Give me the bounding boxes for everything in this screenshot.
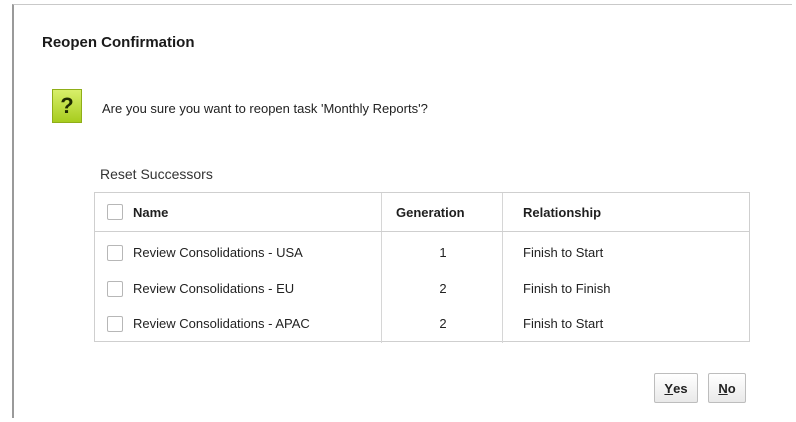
reopen-confirmation-dialog: Reopen Confirmation ? Are you sure you w…: [12, 4, 792, 418]
question-icon: ?: [52, 89, 82, 123]
no-button[interactable]: No: [708, 373, 746, 403]
yes-button[interactable]: Yes: [654, 373, 698, 403]
successor-name: Review Consolidations - EU: [133, 281, 295, 296]
column-header-name[interactable]: Name: [133, 205, 168, 220]
select-all-checkbox[interactable]: [107, 204, 123, 220]
row-checkbox[interactable]: [107, 281, 123, 297]
row-checkbox[interactable]: [107, 245, 123, 261]
no-label-rest: o: [727, 380, 736, 396]
relationship-value: Finish to Finish: [523, 281, 611, 296]
generation-value: 1: [439, 245, 447, 260]
relationship-value: Finish to Start: [523, 245, 604, 260]
yes-mnemonic: Y: [664, 380, 674, 396]
row-checkbox[interactable]: [107, 316, 123, 332]
relationship-value: Finish to Start: [523, 316, 604, 331]
table-row[interactable]: Review Consolidations - EU 2 Finish to F…: [95, 271, 749, 307]
column-header-relationship[interactable]: Relationship: [523, 205, 601, 220]
reset-successors-label: Reset Successors: [100, 166, 213, 182]
generation-value: 2: [439, 316, 447, 331]
successor-name: Review Consolidations - APAC: [133, 316, 310, 331]
table-row[interactable]: Review Consolidations - USA 1 Finish to …: [95, 235, 749, 271]
confirmation-message: Are you sure you want to reopen task 'Mo…: [102, 101, 428, 116]
dialog-title: Reopen Confirmation: [42, 34, 195, 51]
successor-name: Review Consolidations - USA: [133, 245, 303, 260]
table-header: Name Generation Relationship: [95, 193, 749, 232]
yes-label-rest: es: [673, 380, 688, 396]
successors-table: Name Generation Relationship Review Cons…: [94, 192, 750, 343]
column-header-generation[interactable]: Generation: [396, 205, 465, 220]
no-mnemonic: N: [718, 380, 728, 396]
table-row[interactable]: Review Consolidations - APAC 2 Finish to…: [95, 306, 749, 342]
generation-value: 2: [439, 281, 447, 296]
